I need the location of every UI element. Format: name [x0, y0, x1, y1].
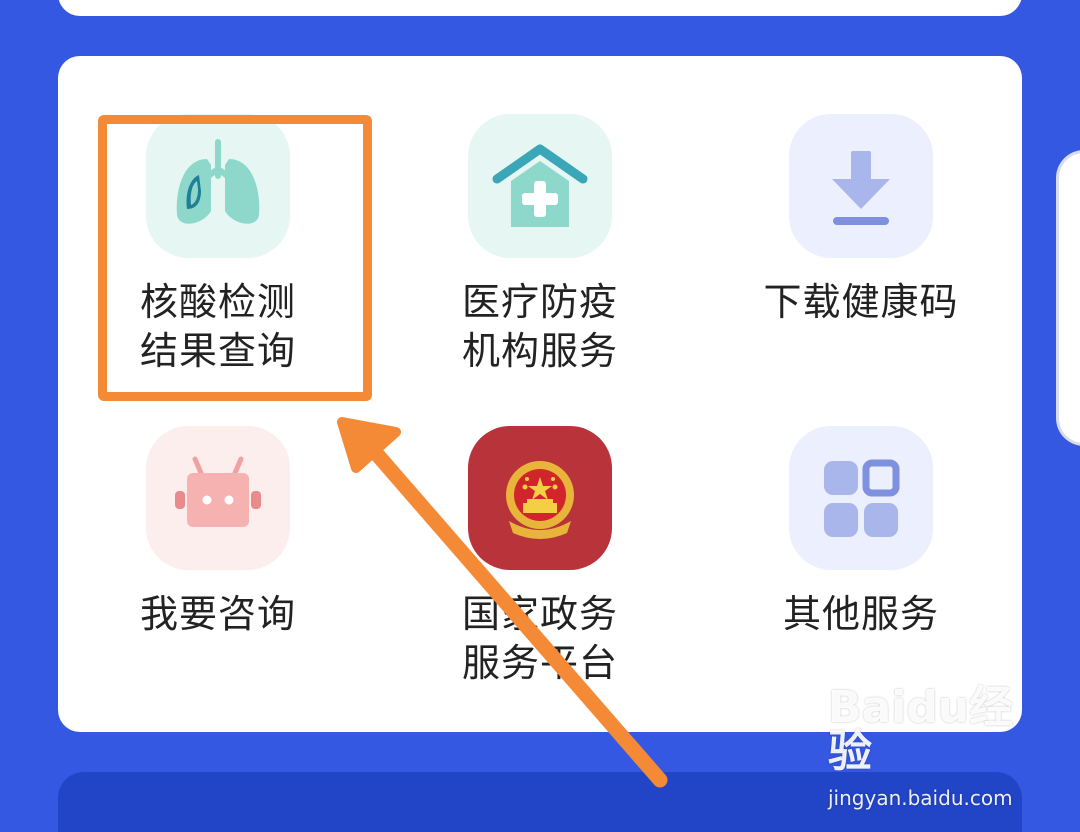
baidu-logo: Baidu经验	[828, 682, 1014, 777]
pointer-arrow	[337, 417, 668, 788]
baidu-jingyan-watermark: Baidu经验 jingyan.baidu.com	[828, 682, 1028, 811]
watermark-url: jingyan.baidu.com	[828, 786, 1013, 810]
